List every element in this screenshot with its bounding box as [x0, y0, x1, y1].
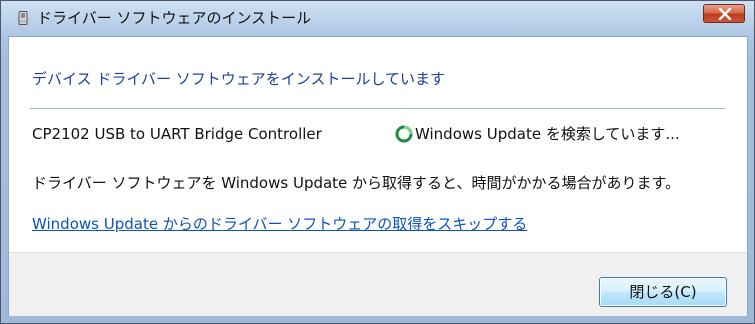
info-text: ドライバー ソフトウェアを Windows Update から取得すると、時間が…: [32, 174, 680, 192]
title-bar[interactable]: ドライバー ソフトウェアのインストール: [1, 1, 754, 33]
dialog-footer: 閉じる(C): [9, 252, 747, 316]
page-heading: デバイス ドライバー ソフトウェアをインストールしています: [32, 70, 446, 88]
device-name: CP2102 USB to UART Bridge Controller: [32, 125, 322, 143]
window-close-button[interactable]: [703, 4, 745, 23]
device-icon: [17, 11, 29, 26]
dialog-content: デバイス ドライバー ソフトウェアをインストールしています CP2102 USB…: [8, 36, 748, 316]
searching-spinner-icon: [395, 125, 413, 143]
close-button[interactable]: 閉じる(C): [599, 277, 727, 307]
skip-windows-update-link[interactable]: Windows Update からのドライバー ソフトウェアの取得をスキップする: [32, 214, 527, 234]
close-x-icon: [718, 8, 732, 20]
status-text: Windows Update を検索しています...: [415, 125, 680, 143]
divider: [30, 108, 725, 109]
dialog-window: ドライバー ソフトウェアのインストール デバイス ドライバー ソフトウェアをイン…: [0, 0, 755, 324]
window-title: ドライバー ソフトウェアのインストール: [37, 9, 312, 27]
